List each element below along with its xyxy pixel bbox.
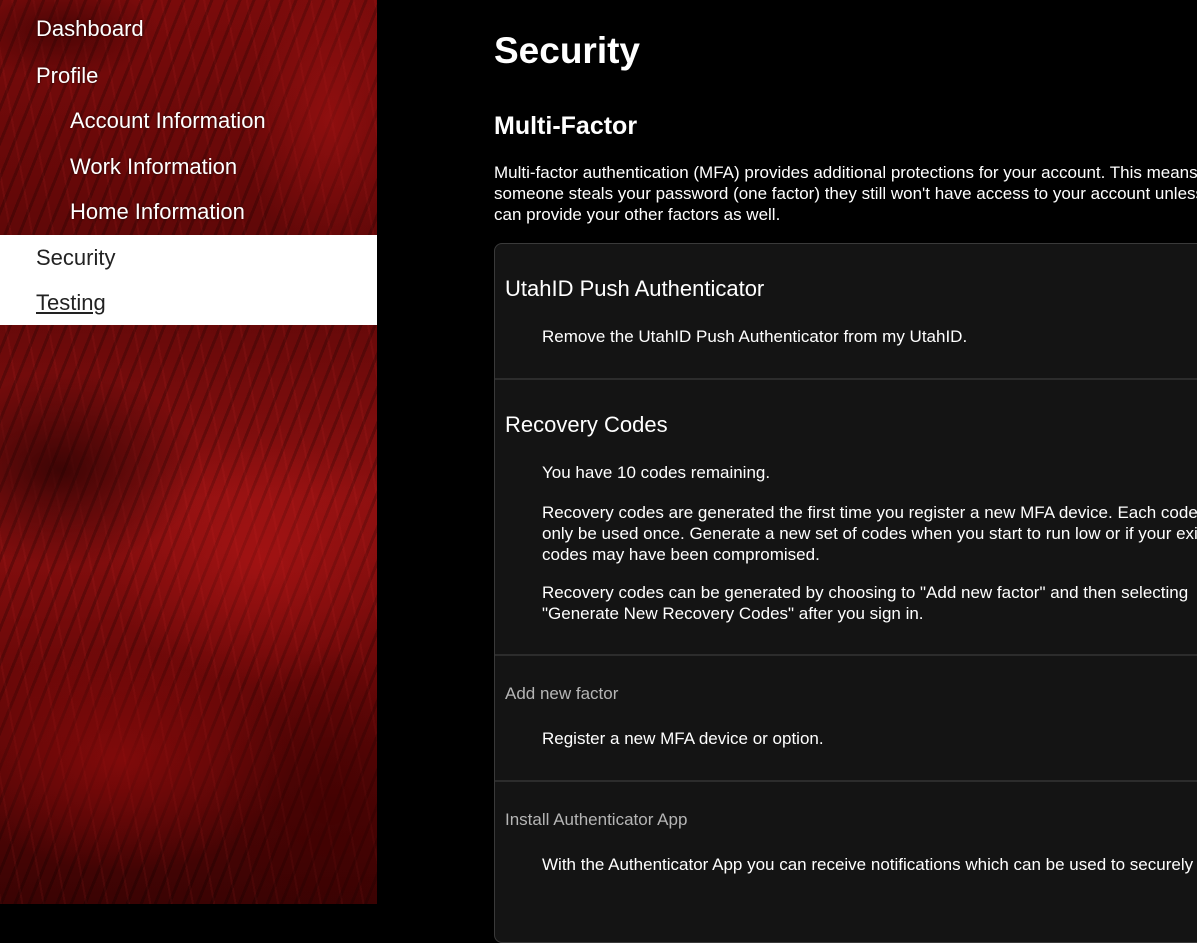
recovery-codes-section: Recovery Codes You have 10 codes remaini… — [495, 380, 1197, 656]
recovery-codes-title: Recovery Codes — [505, 412, 668, 437]
sidebar-item-home-information[interactable]: Home Information — [0, 189, 377, 234]
sidebar-item-account-information[interactable]: Account Information — [0, 98, 377, 143]
sidebar-item-profile[interactable]: Profile — [0, 53, 377, 98]
sidebar-item-label: Home Information — [70, 199, 245, 224]
section-title: Multi-Factor — [494, 112, 638, 140]
add-new-factor-text: Register a new MFA device or option. — [542, 729, 824, 748]
sidebar: Dashboard Profile Account Information Wo… — [0, 0, 377, 904]
sidebar-item-label: Work Information — [70, 154, 238, 179]
install-authenticator-section[interactable]: Install Authenticator App With the Authe… — [495, 782, 1197, 942]
recovery-codes-remaining: You have 10 codes remaining. — [542, 463, 771, 482]
recovery-codes-generate-info: Recovery codes can be generated by choos… — [542, 583, 1189, 623]
sidebar-item-security[interactable]: Security — [0, 235, 377, 280]
sidebar-item-testing[interactable]: Testing — [0, 280, 377, 325]
remove-push-authenticator-link[interactable]: Remove the UtahID Push Authenticator fro… — [542, 326, 1197, 347]
page-title: Security — [494, 30, 641, 71]
install-authenticator-title[interactable]: Install Authenticator App — [505, 810, 687, 830]
push-authenticator-section: UtahID Push Authenticator Remove the Uta… — [495, 244, 1197, 380]
sidebar-item-dashboard[interactable]: Dashboard — [0, 6, 377, 51]
recovery-codes-info: Recovery codes are generated the first t… — [542, 503, 1197, 564]
mfa-intro-text: Multi-factor authentication (MFA) provid… — [494, 163, 1197, 224]
sidebar-item-work-information[interactable]: Work Information — [0, 144, 377, 189]
sidebar-item-label: Profile — [36, 63, 99, 88]
push-authenticator-title: UtahID Push Authenticator — [505, 276, 765, 301]
main-content: Security Multi-Factor Multi-factor authe… — [494, 0, 1197, 943]
mfa-card: UtahID Push Authenticator Remove the Uta… — [494, 243, 1197, 943]
add-new-factor-section[interactable]: Add new factor Register a new MFA device… — [495, 656, 1197, 782]
sidebar-item-label: Account Information — [70, 108, 266, 133]
sidebar-item-label: Testing — [36, 290, 106, 315]
sidebar-item-label: Dashboard — [36, 16, 144, 41]
sidebar-item-label: Security — [36, 245, 116, 270]
add-new-factor-title[interactable]: Add new factor — [505, 684, 618, 704]
install-authenticator-text: With the Authenticator App you can recei… — [542, 855, 1197, 874]
